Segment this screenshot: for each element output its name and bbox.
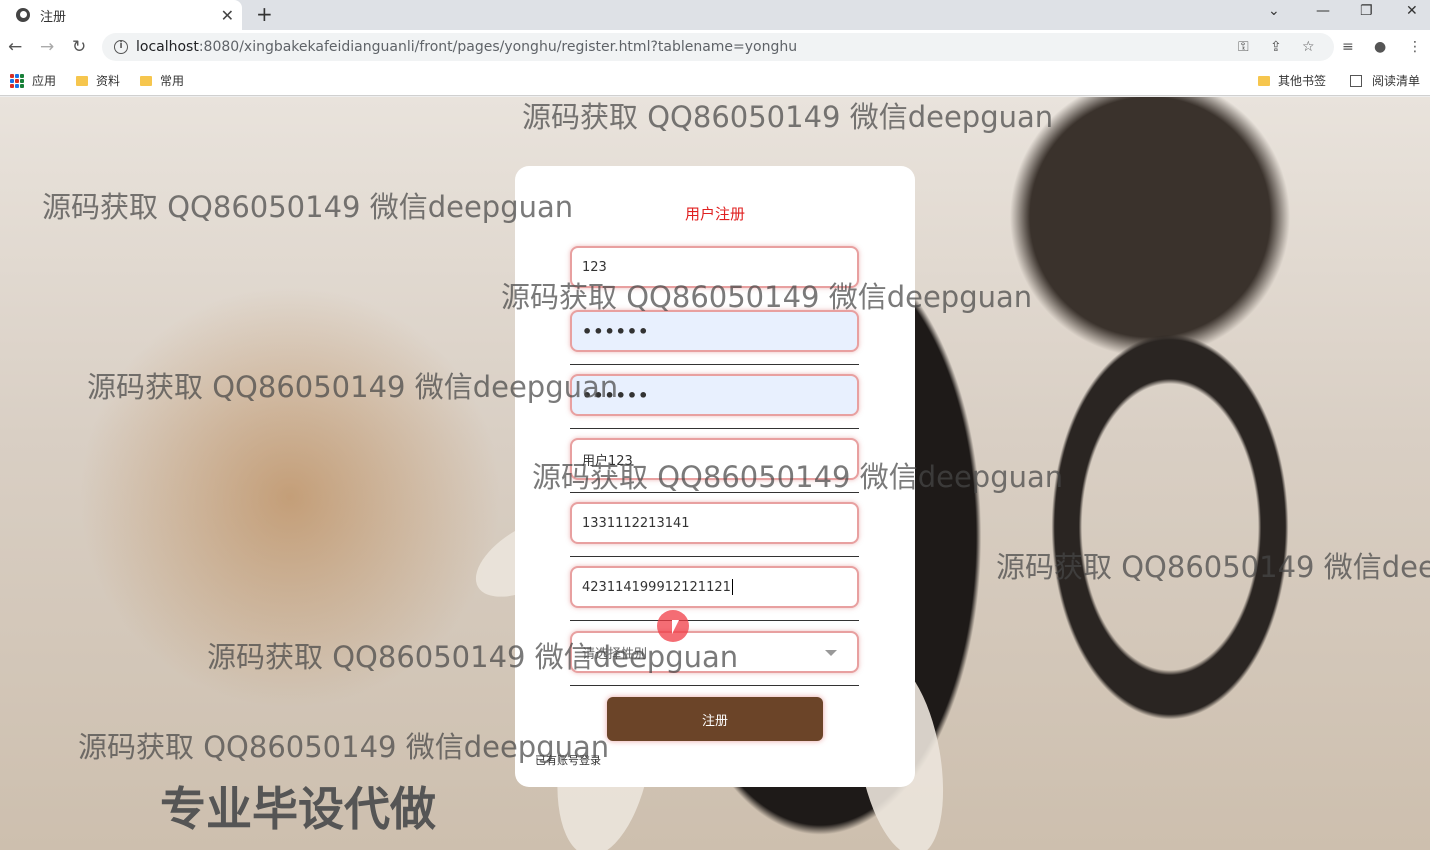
watermark: 源码获取 QQ86050149 微信deepguan bbox=[42, 190, 574, 224]
tab-close-icon[interactable]: ✕ bbox=[221, 6, 234, 25]
window-close-icon[interactable]: ✕ bbox=[1406, 3, 1418, 19]
url-host: localhost bbox=[136, 39, 199, 55]
id-card-value: 423114199912121121 bbox=[582, 579, 731, 595]
new-tab-icon[interactable]: + bbox=[256, 2, 273, 26]
bookmark-folder-1[interactable]: 资料 bbox=[76, 72, 120, 89]
restore-icon[interactable]: ❐ bbox=[1360, 3, 1373, 19]
folder-icon bbox=[1258, 75, 1270, 86]
bookmark-folder-1-label: 资料 bbox=[96, 74, 121, 88]
reading-list-label: 阅读清单 bbox=[1372, 74, 1421, 88]
field-divider bbox=[570, 428, 859, 429]
profile-icon[interactable]: ● bbox=[1374, 39, 1386, 55]
watermark: 源码获取 QQ86050149 微信deepguan bbox=[78, 730, 610, 764]
folder-icon bbox=[76, 75, 88, 86]
page-background: 用户注册 123 •••••• •••••• 用户123 13311122131… bbox=[0, 97, 1430, 850]
forward-icon[interactable]: → bbox=[40, 37, 54, 57]
chevron-down-icon bbox=[825, 650, 837, 656]
bookmarks-bar: 应用 资料 常用 其他书签 阅读清单 bbox=[0, 64, 1430, 96]
promo-watermark: 专业毕设代做 bbox=[160, 782, 436, 836]
url-input[interactable]: i localhost:8080/xingbakekafeidianguanli… bbox=[102, 33, 1334, 61]
watermark: 源码获取 QQ86050149 微信deepguan bbox=[996, 550, 1430, 584]
field-divider bbox=[570, 556, 859, 557]
watermark: 源码获取 QQ86050149 微信deepguan bbox=[532, 460, 1064, 494]
media-icon[interactable]: ≡ bbox=[1342, 39, 1354, 55]
register-button[interactable]: 注册 bbox=[607, 697, 823, 741]
field-divider bbox=[570, 620, 859, 621]
watermark: 源码获取 QQ86050149 微信deepguan bbox=[207, 640, 739, 674]
mouse-cursor-icon bbox=[672, 620, 679, 634]
watermark: 源码获取 QQ86050149 微信deepguan bbox=[522, 100, 1054, 134]
watermark: 源码获取 QQ86050149 微信deepguan bbox=[501, 280, 1033, 314]
tab-search-icon[interactable]: ⌄ bbox=[1268, 3, 1280, 19]
tab-register[interactable]: 注册 ✕ bbox=[0, 0, 242, 30]
bookmark-apps-label: 应用 bbox=[32, 74, 57, 88]
site-info-icon[interactable]: i bbox=[114, 40, 128, 54]
id-card-input[interactable]: 423114199912121121 bbox=[570, 566, 859, 608]
folder-icon bbox=[140, 75, 152, 86]
star-icon[interactable]: ☆ bbox=[1302, 39, 1315, 55]
page-title: 用户注册 bbox=[684, 205, 745, 223]
bookmark-apps[interactable]: 应用 bbox=[10, 72, 56, 89]
apps-grid-icon bbox=[10, 73, 24, 88]
text-caret bbox=[731, 579, 733, 595]
address-bar-row: ← → ↻ i localhost:8080/xingbakekafeidian… bbox=[0, 30, 1430, 64]
reading-list[interactable]: 阅读清单 bbox=[1350, 72, 1420, 89]
reload-icon[interactable]: ↻ bbox=[72, 37, 86, 57]
minimize-icon[interactable]: — bbox=[1316, 3, 1330, 19]
menu-icon[interactable]: ⋮ bbox=[1408, 39, 1422, 55]
bookmark-other-label: 其他书签 bbox=[1278, 74, 1327, 88]
tab-bar: 注册 ✕ + ⌄ — ❐ ✕ bbox=[0, 0, 1430, 30]
phone-input[interactable]: 1331112213141 bbox=[570, 502, 859, 544]
bookmark-other[interactable]: 其他书签 bbox=[1258, 72, 1326, 89]
field-divider bbox=[570, 685, 859, 686]
tab-title: 注册 bbox=[40, 9, 67, 25]
bookmark-folder-2[interactable]: 常用 bbox=[140, 72, 184, 89]
page-favicon-icon bbox=[16, 8, 30, 22]
back-icon[interactable]: ← bbox=[8, 37, 22, 57]
reading-list-icon bbox=[1350, 74, 1362, 87]
url-path: :8080/xingbakekafeidianguanli/front/page… bbox=[198, 39, 798, 55]
share-icon[interactable]: ⇪ bbox=[1270, 39, 1282, 55]
key-icon[interactable]: ⚿ bbox=[1238, 39, 1249, 55]
bookmark-folder-2-label: 常用 bbox=[160, 74, 185, 88]
password-input[interactable]: •••••• bbox=[570, 310, 859, 352]
watermark: 源码获取 QQ86050149 微信deepguan bbox=[87, 370, 619, 404]
